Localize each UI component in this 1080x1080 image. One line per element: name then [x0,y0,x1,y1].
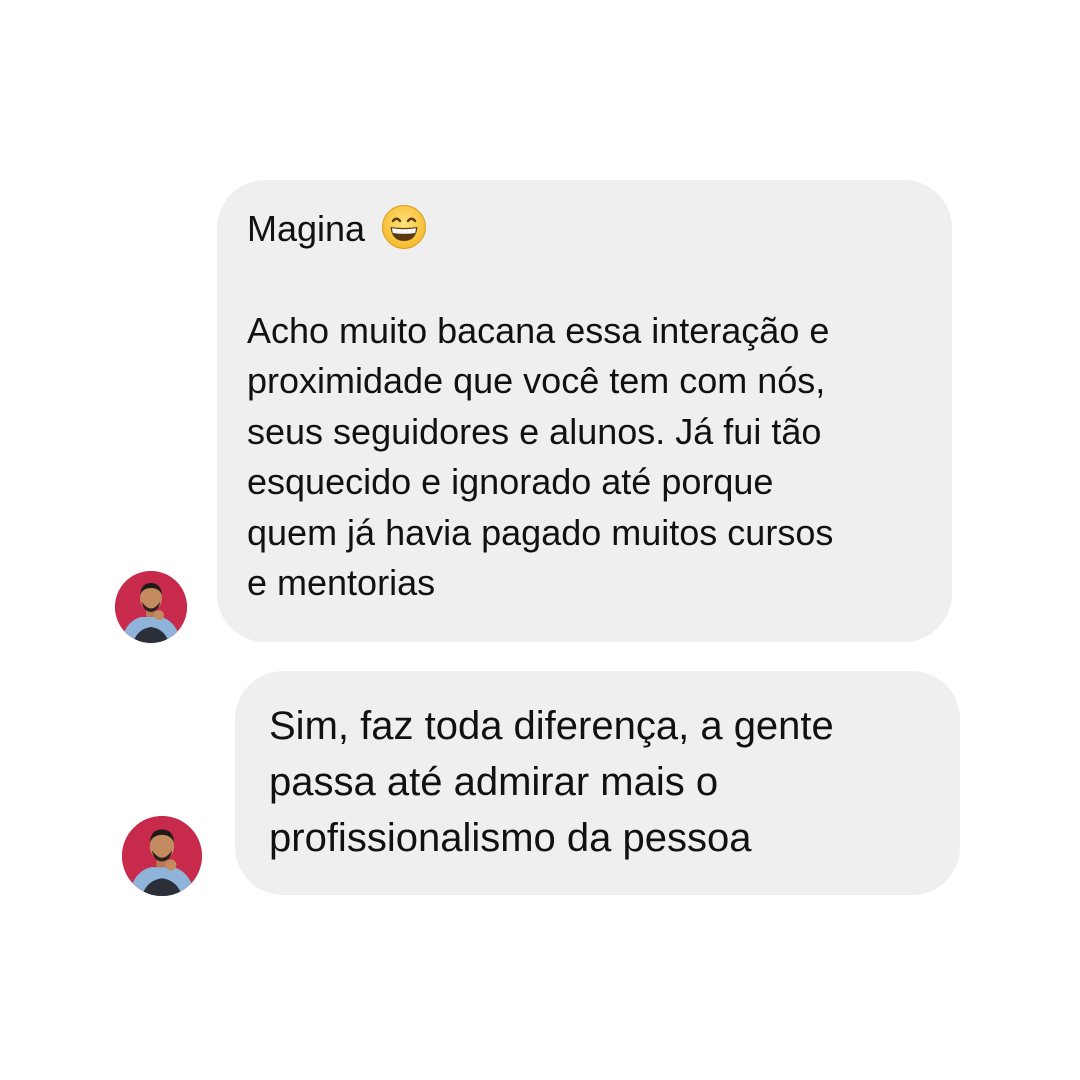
message-body: Sim, faz toda diferença, a gente passa a… [269,704,834,860]
avatar[interactable] [115,571,187,643]
message-greeting: Magina [247,208,366,249]
avatar[interactable] [122,816,202,896]
grinning-face-emoji-icon [381,204,427,250]
message-body: Acho muito bacana essa interação e proxi… [247,309,834,604]
message-bubble[interactable]: Sim, faz toda diferença, a gente passa a… [235,671,960,895]
message-bubble[interactable]: Magina Acho muito bacana essa interação … [217,180,952,642]
message-first-line: Magina [247,204,922,255]
